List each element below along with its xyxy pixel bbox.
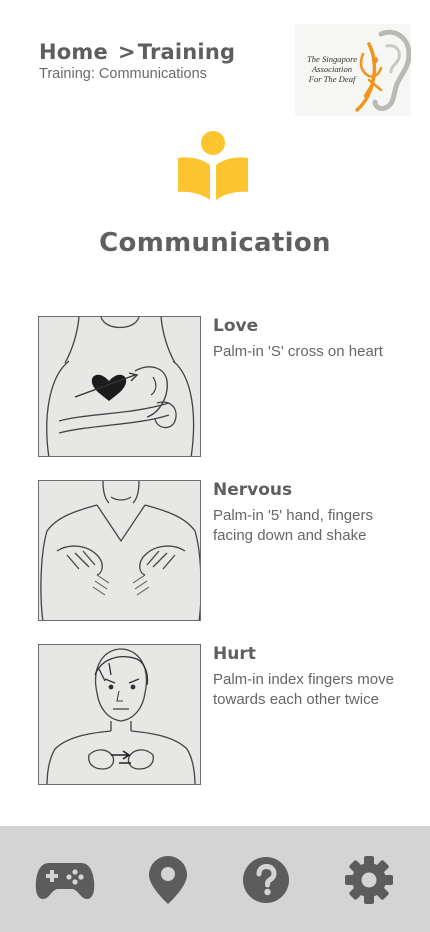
breadcrumb-separator: > — [117, 40, 136, 64]
nav-games-button[interactable] — [34, 854, 96, 906]
nav-help-button[interactable] — [235, 854, 297, 906]
sign-card-nervous[interactable]: Nervous Palm-in '5' hand, fingers facing… — [38, 480, 398, 644]
sign-illustration-hurt — [38, 644, 201, 785]
sign-name: Hurt — [213, 644, 256, 664]
page-title: Communication — [99, 228, 331, 258]
header: Home > Training Training: Communications — [39, 40, 235, 82]
sign-illustration-nervous — [38, 480, 201, 621]
breadcrumb: Home > Training — [39, 40, 235, 64]
sign-description: Palm-in 'S' cross on heart — [213, 343, 383, 360]
association-logo: The Singapore Association For The Deaf — [295, 24, 411, 116]
sign-illustration-love — [38, 316, 201, 457]
breadcrumb-current[interactable]: Training — [138, 40, 235, 64]
map-pin-icon — [149, 856, 187, 904]
sign-description: Palm-in '5' hand, fingers facing down an… — [213, 507, 373, 544]
sign-card-love[interactable]: Love Palm-in 'S' cross on heart — [38, 316, 398, 480]
sign-name: Love — [213, 316, 259, 336]
book-reader-icon — [176, 128, 250, 202]
gamepad-icon — [35, 863, 95, 899]
ear-logo-icon — [355, 29, 411, 112]
sign-description: Palm-in index fingers move towards each … — [213, 671, 394, 708]
help-icon — [243, 857, 289, 903]
page-subtitle: Training: Communications — [39, 66, 207, 82]
bottom-nav-bar — [0, 826, 430, 932]
nav-map-button[interactable] — [137, 854, 199, 906]
nav-settings-button[interactable] — [338, 854, 400, 906]
sign-card-hurt[interactable]: Hurt Palm-in index fingers move towards … — [38, 644, 398, 808]
sign-list: Love Palm-in 'S' cross on heart Nervous … — [38, 316, 398, 808]
breadcrumb-home-link[interactable]: Home — [39, 40, 108, 64]
sign-name: Nervous — [213, 480, 293, 500]
settings-gear-icon — [345, 856, 393, 904]
